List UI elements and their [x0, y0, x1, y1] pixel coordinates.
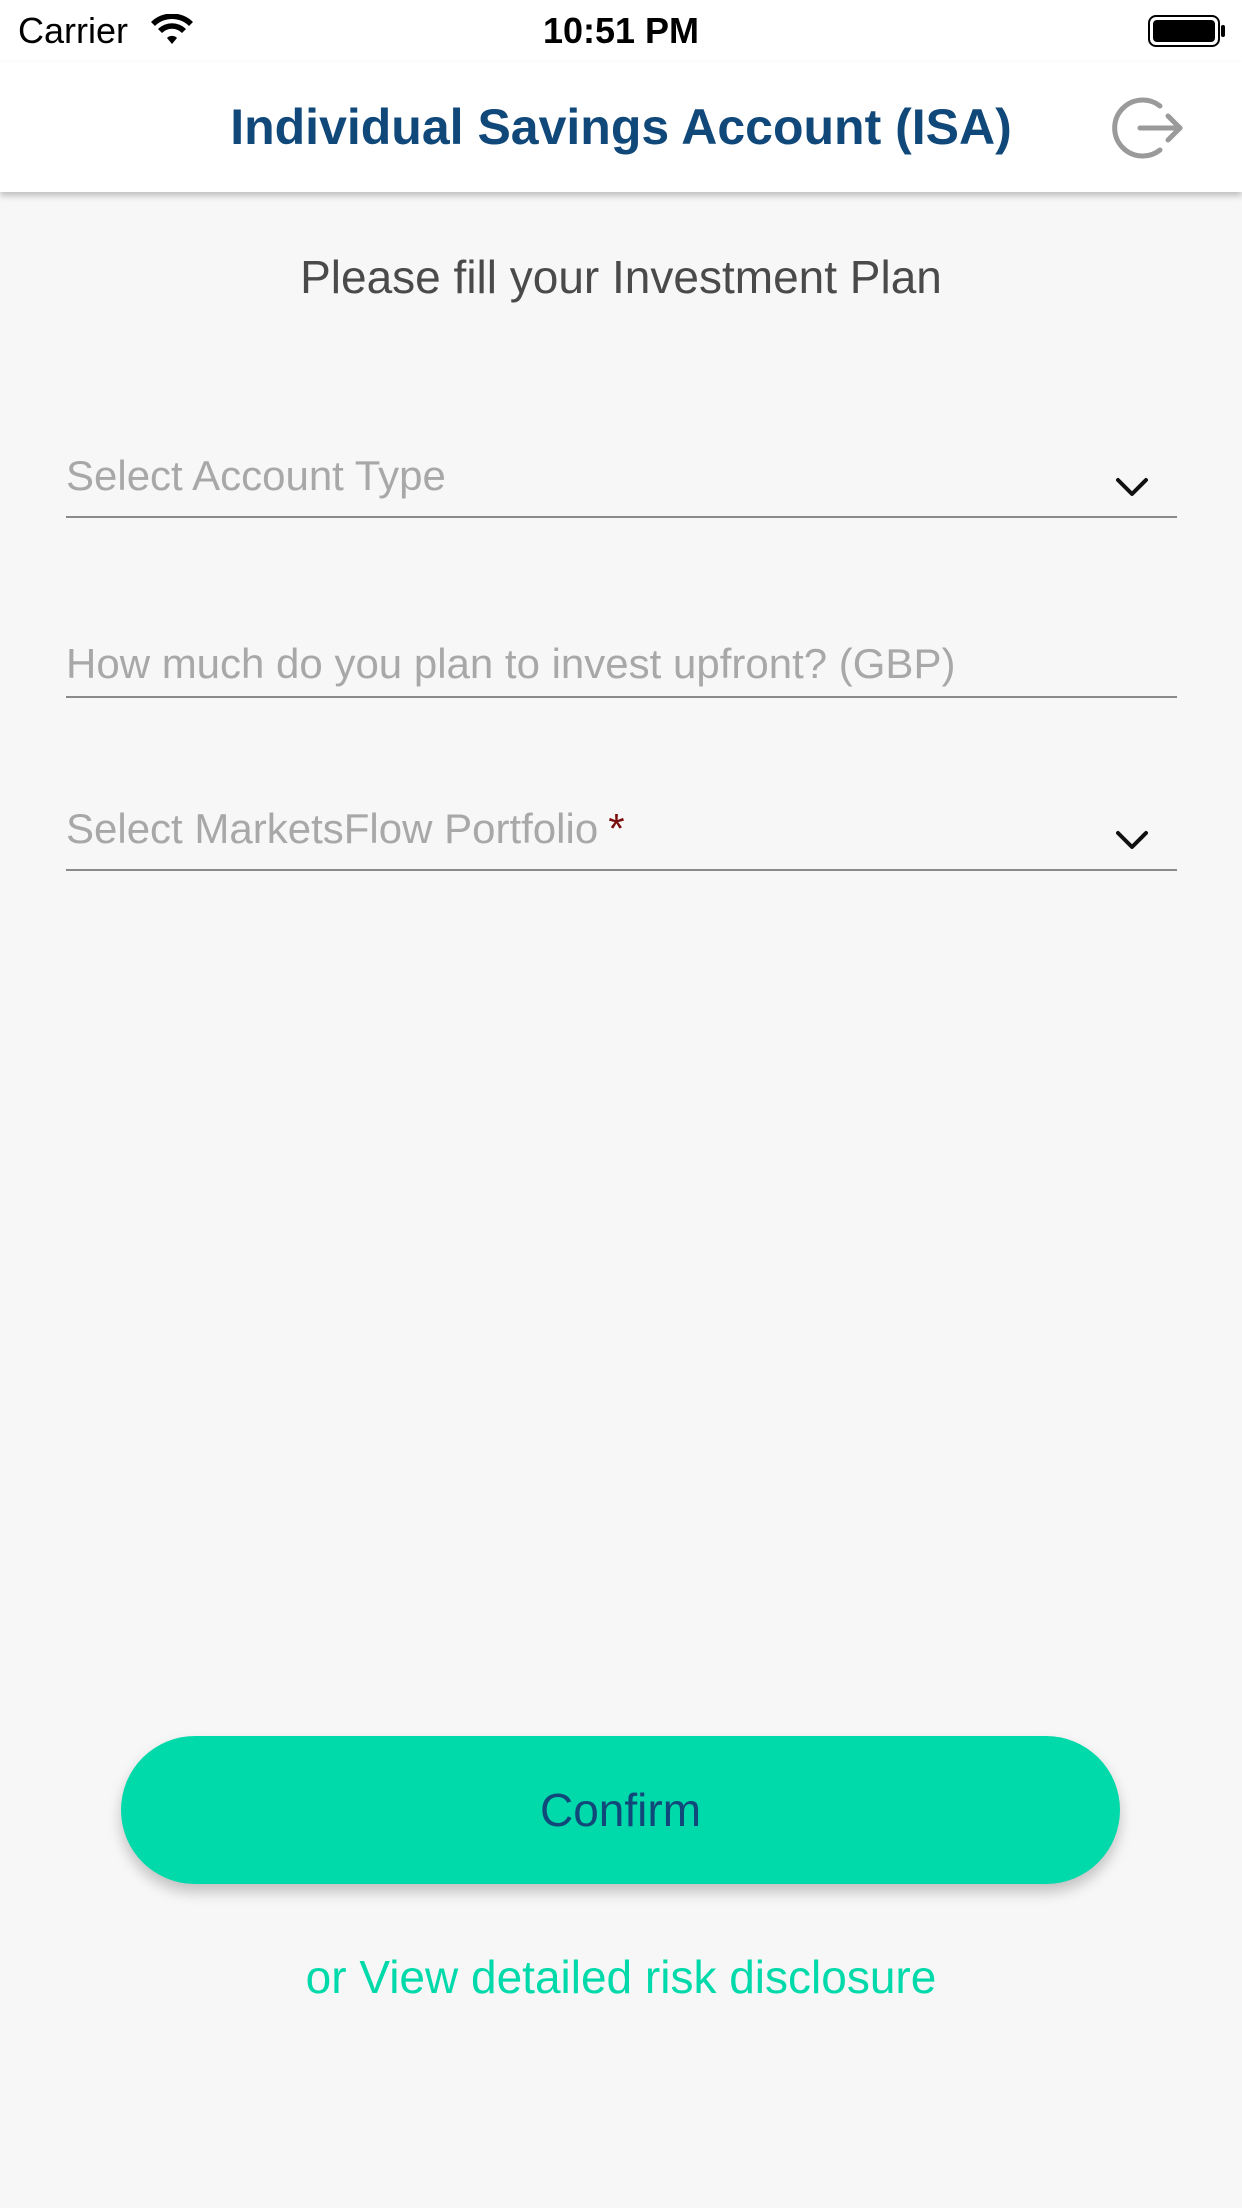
chevron-down-icon — [1116, 831, 1148, 849]
isa-investment-plan-screen: Carrier 10:51 PM Individual Savings Acco… — [0, 0, 1242, 2208]
page-title: Individual Savings Account (ISA) — [230, 99, 1012, 155]
logout-button[interactable] — [1110, 92, 1190, 164]
risk-disclosure-link[interactable]: or View detailed risk disclosure — [0, 1950, 1242, 2004]
header-bar: Individual Savings Account (ISA) — [0, 62, 1242, 192]
status-bar: Carrier 10:51 PM — [0, 0, 1242, 62]
upfront-amount-input[interactable]: How much do you plan to invest upfront? … — [66, 630, 1177, 698]
form-heading: Please fill your Investment Plan — [300, 251, 942, 303]
portfolio-select[interactable]: Select MarketsFlow Portfolio * — [66, 795, 1177, 871]
portfolio-placeholder-text: Select MarketsFlow Portfolio — [66, 805, 599, 852]
account-type-placeholder: Select Account Type — [66, 452, 446, 499]
status-time: 10:51 PM — [542, 10, 700, 51]
upfront-amount-placeholder: How much do you plan to invest upfront? … — [66, 640, 956, 687]
portfolio-placeholder: Select MarketsFlow Portfolio * — [66, 805, 625, 853]
confirm-button[interactable]: Confirm — [121, 1736, 1120, 1884]
battery-icon — [1148, 15, 1225, 47]
required-marker: * — [608, 805, 625, 852]
account-type-select[interactable]: Select Account Type — [66, 440, 1177, 518]
logout-icon — [1112, 97, 1183, 159]
chevron-down-icon — [1116, 478, 1148, 496]
